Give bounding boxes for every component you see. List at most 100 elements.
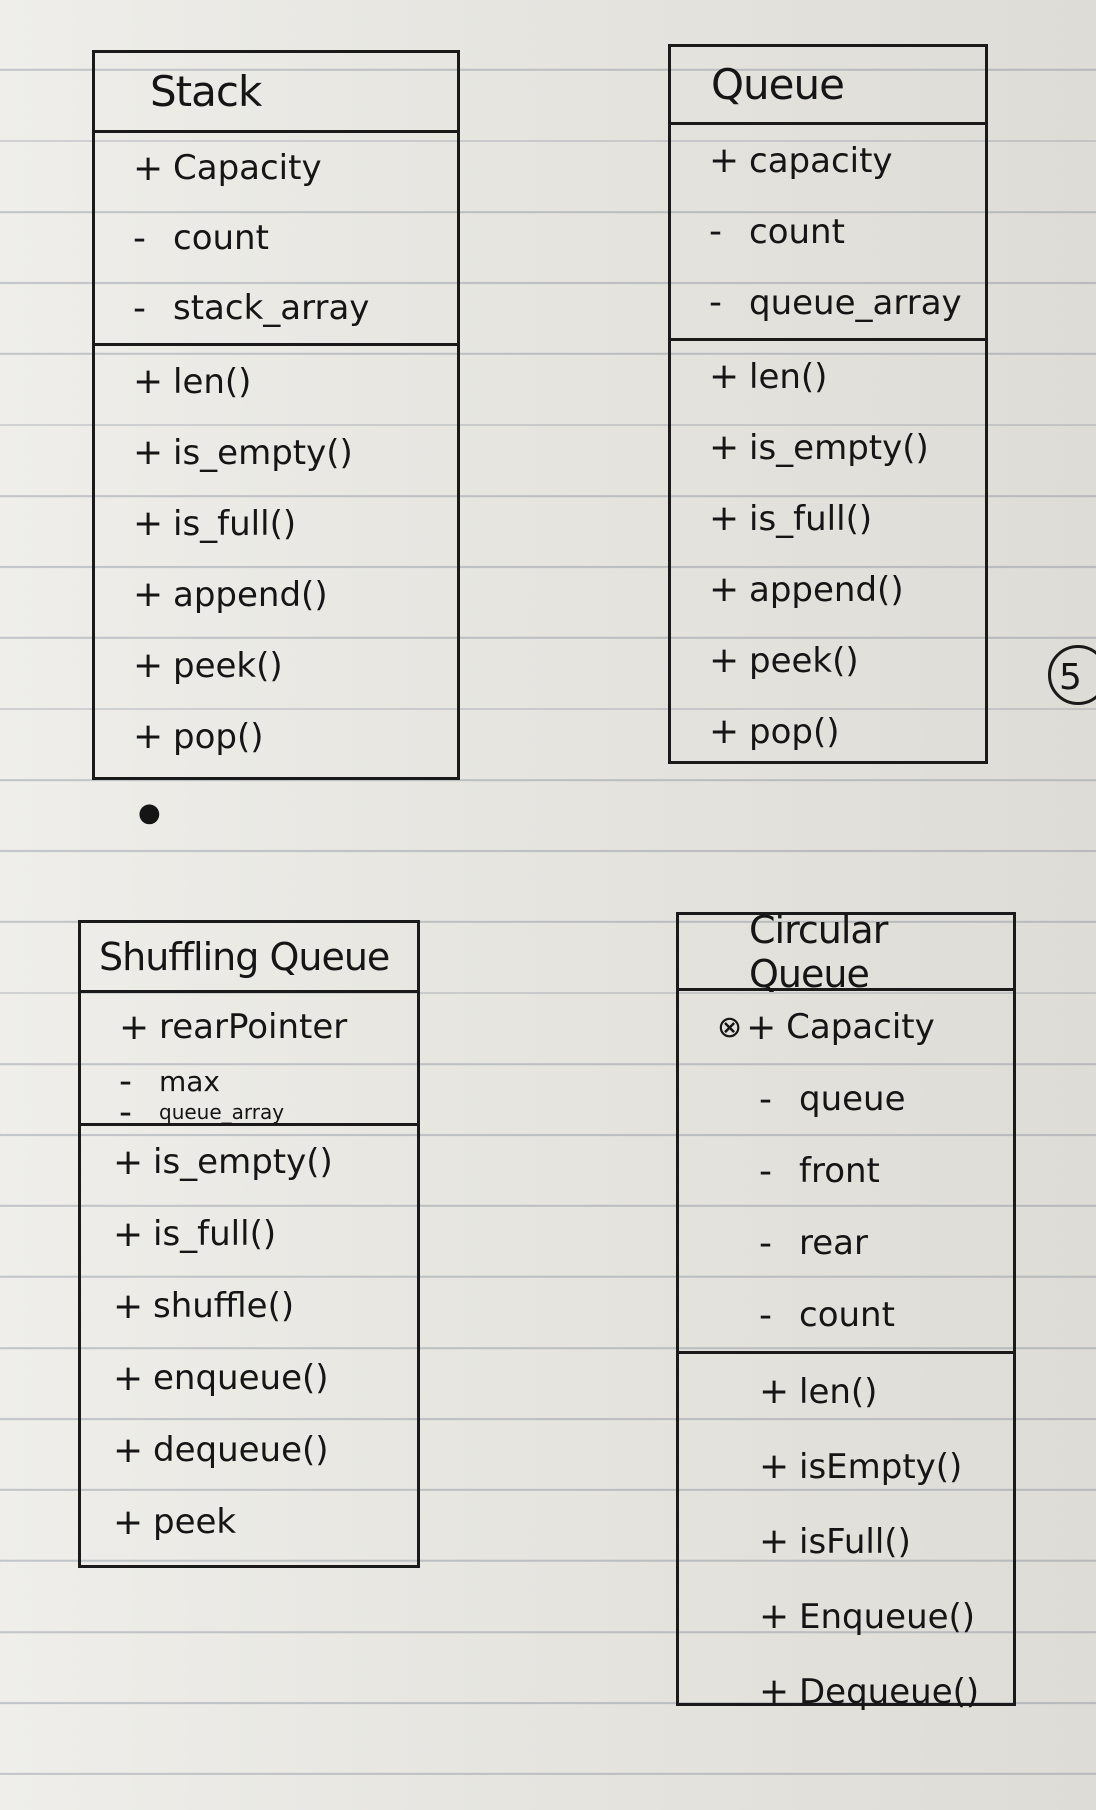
attribute-name: rearPointer [159, 1007, 348, 1047]
method-row: + append() [671, 554, 985, 625]
method-name: is_full() [173, 503, 297, 544]
visibility-marker: + [133, 147, 164, 189]
visibility-marker: + [709, 569, 740, 610]
visibility-marker: + [119, 1006, 150, 1048]
method-name: isFull() [799, 1521, 911, 1562]
attribute-row: + Capacity [95, 133, 457, 203]
method-row: + Enqueue() [679, 1579, 1013, 1654]
visibility-marker: - [709, 211, 722, 252]
method-name: len() [173, 361, 252, 402]
attribute-row: + capacity [671, 125, 985, 196]
method-row: + shuffle() [81, 1270, 417, 1342]
method-name: peek() [173, 645, 283, 686]
visibility-marker: + [709, 356, 740, 397]
visibility-marker: + [133, 574, 164, 615]
visibility-marker: - [759, 1150, 772, 1192]
method-name: Dequeue() [799, 1671, 980, 1712]
attribute-section: + capacity - count - queue_array [671, 125, 985, 341]
ink-blot: ● [138, 798, 161, 828]
visibility-marker: + [759, 1446, 790, 1487]
method-section: + len() + isEmpty() + isFull() + Enqueue() +… [679, 1354, 1013, 1729]
attribute-name: capacity [749, 140, 893, 181]
visibility-marker: + [133, 503, 164, 544]
visibility-marker: + [113, 1285, 144, 1327]
visibility-marker: + [113, 1501, 144, 1543]
method-row: + Dequeue() [679, 1654, 1013, 1729]
visibility-marker: + [133, 716, 164, 757]
method-name: is_empty() [153, 1142, 333, 1182]
attribute-row: - count [95, 203, 457, 273]
method-row: + pop() [95, 701, 457, 772]
attribute-row: - queue_array [671, 267, 985, 338]
visibility-marker: + [709, 711, 740, 752]
attribute-name: stack_array [173, 288, 370, 328]
visibility-marker: + [113, 1357, 144, 1399]
attribute-row: - front [679, 1135, 1013, 1207]
method-row: + isFull() [679, 1504, 1013, 1579]
attribute-name: queue_array [159, 1100, 285, 1124]
method-name: is_empty() [749, 427, 929, 468]
visibility-marker: + [709, 140, 740, 181]
method-name: len() [799, 1371, 878, 1412]
visibility-marker: - [119, 1091, 132, 1133]
attribute-row: - rear [679, 1207, 1013, 1279]
visibility-marker: + [133, 361, 164, 402]
method-name: shuffle() [153, 1286, 295, 1326]
attribute-name: Capacity [786, 1007, 935, 1047]
visibility-marker: + [113, 1429, 144, 1471]
visibility-marker: - [759, 1294, 772, 1336]
class-box-stack: Stack + Capacity - count - stack_array + len… [92, 50, 460, 780]
attribute-name: count [173, 218, 269, 258]
visibility-marker: - [759, 1222, 772, 1264]
attribute-name: front [799, 1151, 880, 1191]
attribute-row: - stack_array [95, 273, 457, 343]
attribute-row: + rearPointer [81, 993, 417, 1061]
visibility-marker: - [759, 1078, 772, 1120]
method-name: pop() [749, 711, 840, 752]
visibility-marker: + [133, 645, 164, 686]
method-name: is_full() [749, 498, 873, 539]
visibility-marker: + [746, 1006, 777, 1048]
visibility-marker: + [113, 1213, 144, 1255]
attribute-section: + rearPointer - max - queue_array [81, 993, 417, 1133]
attribute-name: queue_array [749, 282, 962, 323]
method-row: + len() [95, 346, 457, 417]
method-row: + pop() [671, 696, 985, 767]
class-box-shuffling-queue: Shuffling Queue + rearPointer - max - queue… [78, 920, 420, 1568]
class-box-queue: Queue + capacity - count - queue_array + len… [668, 44, 988, 764]
visibility-marker: + [709, 640, 740, 681]
class-name: Circular Queue [679, 908, 1013, 996]
method-name: enqueue() [153, 1358, 329, 1398]
attribute-row: - count [671, 196, 985, 267]
method-name: is_full() [153, 1214, 277, 1254]
method-name: dequeue() [153, 1430, 329, 1470]
method-name: pop() [173, 716, 264, 757]
method-row: + enqueue() [81, 1342, 417, 1414]
visibility-marker: + [709, 498, 740, 539]
attribute-row: - queue [679, 1063, 1013, 1135]
attribute-section: + Capacity - count - stack_array [95, 133, 457, 346]
method-row: + isEmpty() [679, 1429, 1013, 1504]
attribute-name: queue [799, 1079, 906, 1119]
method-name: len() [749, 356, 828, 397]
attribute-row: - queue_array [81, 1092, 417, 1133]
method-row: + peek [81, 1486, 417, 1558]
attribute-row: - count [679, 1279, 1013, 1351]
attribute-name: Capacity [173, 148, 322, 188]
attribute-name: count [749, 211, 845, 252]
method-name: append() [173, 574, 328, 615]
class-name: Shuffling Queue [81, 923, 417, 993]
method-name: peek [153, 1502, 237, 1542]
class-box-circular-queue: Circular Queue ⊗ + Capacity - queue - front … [676, 908, 1016, 1712]
method-section: + len() + is_empty() + is_full() + append() … [671, 341, 985, 767]
visibility-marker: + [759, 1596, 790, 1637]
attribute-row: ⊗ + Capacity [679, 991, 1013, 1063]
method-section: + len() + is_empty() + is_full() + append() … [95, 346, 457, 772]
visibility-marker: + [113, 1141, 144, 1183]
method-row: + append() [95, 559, 457, 630]
method-section: + is_empty() + is_full() + shuffle() + enque… [81, 1126, 417, 1558]
visibility-marker: + [709, 427, 740, 468]
method-row: + is_empty() [671, 412, 985, 483]
method-row: + is_full() [81, 1198, 417, 1270]
attribute-name: count [799, 1295, 895, 1335]
